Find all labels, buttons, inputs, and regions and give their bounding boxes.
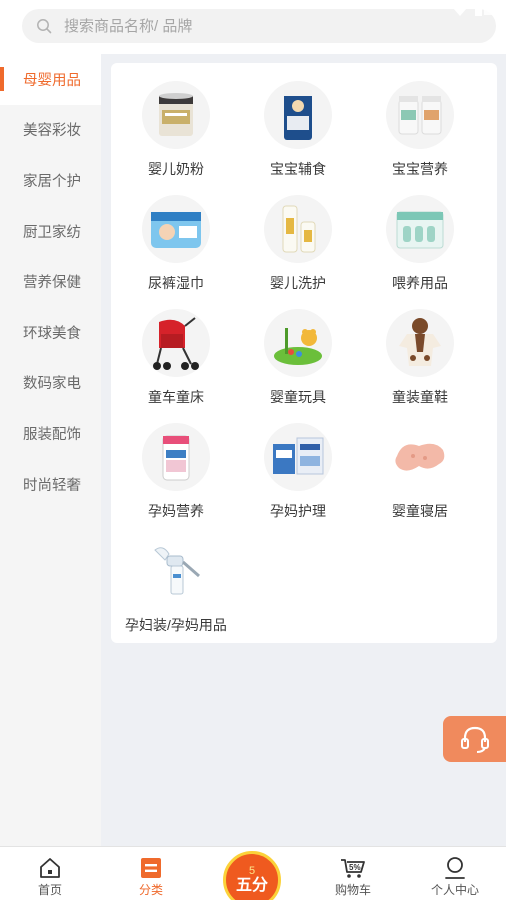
tab-label: 分类 (138, 883, 163, 897)
milk-powder-can-icon (142, 81, 210, 149)
tab-label: 购物车 (334, 883, 371, 897)
sidebar-item-label: 厨卫家纺 (23, 224, 81, 241)
subcategory-label: 婴童玩具 (270, 389, 326, 405)
status-bar-icons (452, 4, 496, 22)
subcategory-label: 婴童寝居 (392, 503, 448, 519)
subcategory-label: 宝宝辅食 (270, 161, 326, 177)
subcategory-label: 童装童鞋 (392, 389, 448, 405)
subcategory-item[interactable]: 孕妈营养 (115, 423, 237, 537)
user-icon (445, 857, 465, 879)
baby-wash-bottles-icon (264, 195, 332, 263)
sidebar-item-label: 美容彩妆 (23, 123, 81, 140)
subcategory-label: 尿裤湿巾 (148, 275, 204, 291)
headset-icon (460, 726, 489, 753)
subcategory-item[interactable]: 喂养用品 (359, 195, 481, 309)
battery-icon (474, 4, 496, 22)
subcategory-item[interactable]: 宝宝营养 (359, 81, 481, 195)
sidebar-item-beauty[interactable]: 美容彩妆 (0, 105, 101, 156)
toy-icon (264, 309, 332, 377)
center-number: 5 (248, 864, 256, 877)
tab-cart[interactable]: 5% 购物车 (308, 847, 398, 900)
home-icon (40, 858, 60, 878)
baby-pillow-icon (386, 423, 454, 491)
sidebar-item-digital[interactable]: 数码家电 (0, 358, 101, 409)
subcategory-item[interactable]: 婴儿奶粉 (115, 81, 237, 195)
subcategory-item[interactable]: 童装童鞋 (359, 309, 481, 423)
supplement-bottles-icon (386, 81, 454, 149)
maternity-care-icon (264, 423, 332, 491)
subcategory-label: 婴儿洗护 (270, 275, 326, 291)
sidebar-item-label: 服装配饰 (23, 426, 81, 443)
diaper-pack-icon (142, 195, 210, 263)
baby-food-can-icon (264, 81, 332, 149)
subcategory-item[interactable]: 尿裤湿巾 (115, 195, 237, 309)
wifi-icon (452, 4, 468, 22)
sidebar-item-label: 营养保健 (23, 275, 81, 292)
sidebar-item-label: 环球美食 (23, 325, 81, 342)
category-sidebar: 母婴用品 美容彩妆 家居个护 厨卫家纺 营养保健 环球美食 数码家电 服装配饰 … (0, 54, 101, 846)
tab-label: 个人中心 (430, 883, 479, 897)
breast-pump-icon (142, 537, 210, 605)
sidebar-item-global-food[interactable]: 环球美食 (0, 307, 101, 358)
tab-profile[interactable]: 个人中心 (410, 847, 500, 900)
cart-icon: 5% (341, 859, 365, 878)
subcategory-label: 宝宝营养 (392, 161, 448, 177)
sidebar-item-label: 母婴用品 (23, 72, 81, 89)
subcategory-item[interactable]: 宝宝辅食 (237, 81, 359, 195)
sidebar-item-apparel[interactable]: 服装配饰 (0, 408, 101, 459)
search-icon (37, 19, 52, 34)
bottom-tab-bar: 首页 分类 5 五分 5% 购物车 个人中心 (0, 846, 506, 900)
subcategory-item[interactable]: 婴童寝居 (359, 423, 481, 537)
sidebar-item-luxury[interactable]: 时尚轻奢 (0, 459, 101, 510)
sidebar-item-label: 家居个护 (23, 173, 81, 190)
subcategory-label: 孕妈护理 (270, 503, 326, 519)
subcategory-label: 婴儿奶粉 (148, 161, 204, 177)
tab-label: 首页 (37, 883, 62, 897)
sidebar-item-label: 数码家电 (23, 376, 81, 393)
subcategory-item[interactable]: 童车童床 (115, 309, 237, 423)
kids-clothing-icon (386, 309, 454, 377)
search-bar[interactable] (22, 9, 496, 43)
subcategory-label: 孕妇装/孕妈用品 (125, 617, 227, 633)
subcategory-label: 孕妈营养 (148, 503, 204, 519)
center-label: 五分 (235, 876, 268, 894)
subcategory-panel: 婴儿奶粉 宝宝辅食 宝宝营养 尿裤湿巾 婴儿洗护 喂养用品 童车童床 婴童玩具 … (111, 63, 497, 643)
tab-five-points[interactable]: 5 五分 (223, 851, 281, 900)
sidebar-item-maternal-baby[interactable]: 母婴用品 (0, 54, 101, 105)
feeding-supplies-icon (386, 195, 454, 263)
category-icon (141, 858, 161, 878)
subcategory-item[interactable]: 孕妇装/孕妈用品 (115, 537, 237, 651)
stroller-icon (142, 309, 210, 377)
tab-home[interactable]: 首页 (5, 847, 95, 900)
subcategory-grid: 婴儿奶粉 宝宝辅食 宝宝营养 尿裤湿巾 婴儿洗护 喂养用品 童车童床 婴童玩具 … (111, 81, 497, 651)
svg-text:5%: 5% (349, 863, 361, 872)
subcategory-item[interactable]: 婴童玩具 (237, 309, 359, 423)
subcategory-label: 童车童床 (148, 389, 204, 405)
sidebar-item-nutrition[interactable]: 营养保健 (0, 256, 101, 307)
sidebar-item-kitchen-textile[interactable]: 厨卫家纺 (0, 206, 101, 257)
subcategory-item[interactable]: 婴儿洗护 (237, 195, 359, 309)
subcategory-item[interactable]: 孕妈护理 (237, 423, 359, 537)
search-input[interactable] (64, 17, 444, 35)
sidebar-item-home-care[interactable]: 家居个护 (0, 155, 101, 206)
customer-service-button[interactable] (443, 716, 506, 762)
sidebar-item-label: 时尚轻奢 (23, 477, 81, 494)
subcategory-label: 喂养用品 (392, 275, 448, 291)
tab-category[interactable]: 分类 (106, 847, 196, 900)
top-bar (0, 0, 506, 54)
prenatal-vitamin-icon (142, 423, 210, 491)
